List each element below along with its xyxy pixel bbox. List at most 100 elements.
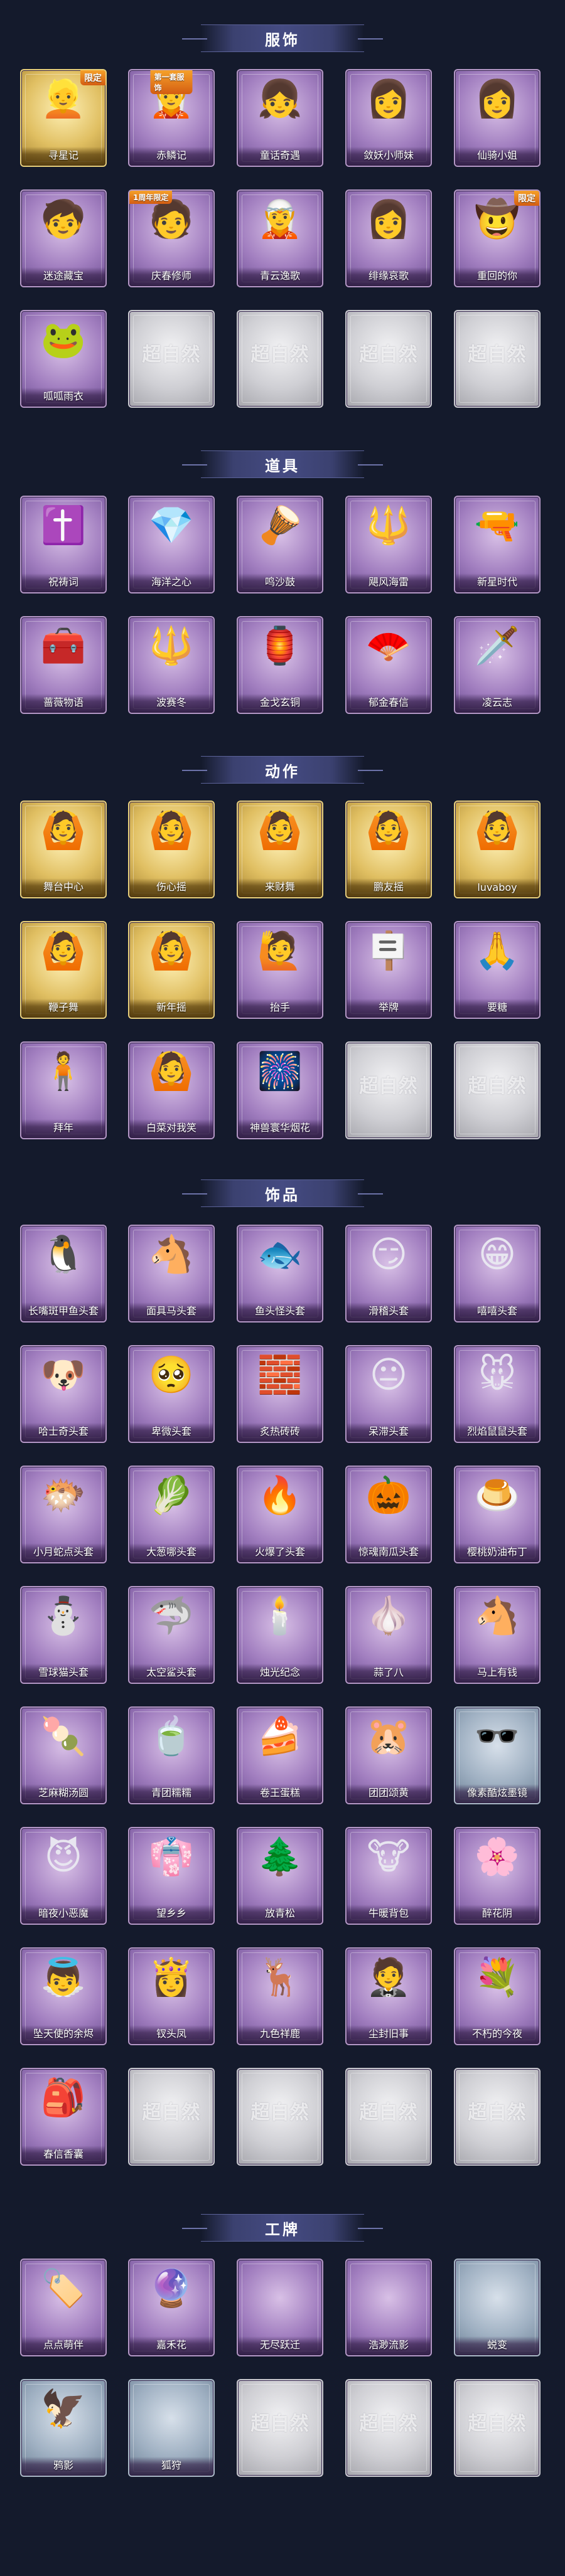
locked-item-card[interactable]: 超自然 (345, 1041, 432, 1139)
item-card[interactable]: 🕯️ 烛光纪念 (237, 1586, 323, 1684)
item-label: 郁金春信 (368, 696, 409, 708)
item-card[interactable]: 👩 绯缘哀歌 (345, 189, 432, 287)
item-card[interactable]: 👩 仙骑小姐 (454, 69, 541, 167)
item-card[interactable]: 🐮 牛暖背包 (345, 1827, 432, 1925)
item-card[interactable]: 🙆 白菜对我笑 (128, 1041, 215, 1139)
item-icon: 🥺 (148, 1353, 195, 1396)
item-card[interactable]: 🔮 嘉禾花 (128, 2259, 215, 2356)
item-card[interactable]: 🧱 炙热砖砖 (237, 1345, 323, 1443)
item-card[interactable]: 🔫 新星时代 (454, 496, 541, 593)
item-card[interactable]: 🧑 庆春修师 1周年限定 (128, 189, 215, 287)
item-card[interactable]: 🍵 青团糯糯 (128, 1706, 215, 1804)
item-card[interactable]: 🧄 蒜了八 (345, 1586, 432, 1684)
item-card[interactable]: 👘 望乡乡 (128, 1827, 215, 1925)
item-card[interactable]: 💐 不朽的今夜 (454, 1947, 541, 2045)
item-card[interactable]: 🗡️ 凌云志 (454, 616, 541, 714)
item-card[interactable]: 🦅 鸦影 (20, 2379, 107, 2477)
item-card[interactable]: 🎆 神兽寰华烟花 (237, 1041, 323, 1139)
item-card[interactable]: 🙆 鞭子舞 (20, 921, 107, 1019)
locked-item-card[interactable]: 超自然 (454, 2379, 541, 2477)
item-card[interactable]: 🐧 长嘴斑甲鱼头套 (20, 1225, 107, 1323)
item-icon: 👧 (257, 77, 303, 120)
item-card[interactable]: 狐狩 (128, 2379, 215, 2477)
item-card[interactable]: 👧 童话奇遇 (237, 69, 323, 167)
item-card[interactable]: 🙆 伤心摇 (128, 801, 215, 898)
item-card[interactable]: 🐶 哈士奇头套 (20, 1345, 107, 1443)
item-card[interactable]: 🐹 团团颂黄 (345, 1706, 432, 1804)
item-card[interactable]: 🤠 重回的你 限定 (454, 189, 541, 287)
item-card[interactable]: 🌸 醉花阴 (454, 1827, 541, 1925)
item-card[interactable]: 🔱 飓风海雷 (345, 496, 432, 593)
item-card[interactable]: 😏 滑稽头套 (345, 1225, 432, 1323)
item-label: 火爆了头套 (254, 1546, 305, 1558)
item-card[interactable]: 👩 敛妖小师妹 (345, 69, 432, 167)
item-card[interactable]: 🧰 蔷薇物语 (20, 616, 107, 714)
item-card[interactable]: 无尽跃迁 (237, 2259, 323, 2356)
item-card[interactable]: 🙆 鹏友摇 (345, 801, 432, 898)
item-card[interactable]: 🧝 赤鳞记 第一套服饰 (128, 69, 215, 167)
item-card[interactable]: 🪧 举牌 (345, 921, 432, 1019)
item-card[interactable]: 🐭 烈焰鼠鼠头套 (454, 1345, 541, 1443)
locked-item-card[interactable]: 超自然 (454, 310, 541, 408)
locked-item-card[interactable]: 超自然 (345, 2068, 432, 2166)
item-card[interactable]: 🧍 拜年 (20, 1041, 107, 1139)
item-card[interactable]: 👼 坠天使的余烬 (20, 1947, 107, 2045)
item-card[interactable]: 🔥 火爆了头套 (237, 1466, 323, 1563)
item-card[interactable]: 🙋 抬手 (237, 921, 323, 1019)
item-card[interactable]: 🦌 九色祥鹿 (237, 1947, 323, 2045)
locked-item-card[interactable]: 超自然 (237, 2379, 323, 2477)
item-card[interactable]: 蜕变 (454, 2259, 541, 2356)
item-card[interactable]: ✝️ 祝祷词 (20, 496, 107, 593)
item-card[interactable]: 🏮 金戈玄铜 (237, 616, 323, 714)
item-card[interactable]: 🥺 卑微头套 (128, 1345, 215, 1443)
item-card[interactable]: 🍡 芝麻糊汤圆 (20, 1706, 107, 1804)
item-label: 嘻嘻头套 (476, 1305, 517, 1317)
item-card[interactable]: 🏷️ 点点萌伴 (20, 2259, 107, 2356)
item-card[interactable]: 🪭 郁金春信 (345, 616, 432, 714)
item-card[interactable]: 浩渺流影 (345, 2259, 432, 2356)
item-card[interactable]: 🙆 新年摇 (128, 921, 215, 1019)
item-card[interactable]: 🐴 马上有钱 (454, 1586, 541, 1684)
item-label: 抬手 (269, 1001, 290, 1013)
item-card[interactable]: 🍮 樱桃奶油布丁 (454, 1466, 541, 1563)
placeholder-watermark: 超自然 (250, 2102, 309, 2124)
item-card[interactable]: 🙆 luvaboy (454, 801, 541, 898)
item-card[interactable]: 😐 呆滞头套 (345, 1345, 432, 1443)
item-card[interactable]: 😁 嘻嘻头套 (454, 1225, 541, 1323)
item-card[interactable]: 🐴 面具马头套 (128, 1225, 215, 1323)
item-card[interactable]: 🕶️ 像素酷炫墨镜 (454, 1706, 541, 1804)
item-card[interactable]: 🧝 青云逸歌 (237, 189, 323, 287)
locked-item-card[interactable]: 超自然 (128, 2068, 215, 2166)
item-card[interactable]: 🙏 要糖 (454, 921, 541, 1019)
item-card[interactable]: 💎 海洋之心 (128, 496, 215, 593)
locked-item-card[interactable]: 超自然 (237, 2068, 323, 2166)
item-card[interactable]: 🍰 卷王蛋糕 (237, 1706, 323, 1804)
locked-item-card[interactable]: 超自然 (237, 310, 323, 408)
item-card[interactable]: 🎃 惊魂南瓜头套 (345, 1466, 432, 1563)
item-card[interactable]: 🦈 太空鲨头套 (128, 1586, 215, 1684)
item-card[interactable]: 🥬 大葱哪头套 (128, 1466, 215, 1563)
item-card[interactable]: 😈 暗夜小恶魔 (20, 1827, 107, 1925)
locked-item-card[interactable]: 超自然 (454, 2068, 541, 2166)
item-card[interactable]: 👸 钗头凤 (128, 1947, 215, 2045)
item-card[interactable]: 👱 寻星记 限定 (20, 69, 107, 167)
item-icon: 👘 (148, 1835, 195, 1878)
item-card[interactable]: 🌲 放青松 (237, 1827, 323, 1925)
item-card[interactable]: 🐟 鱼头怪头套 (237, 1225, 323, 1323)
section-header: 道具 (0, 447, 565, 481)
item-card[interactable]: 🧒 迷途藏宝 (20, 189, 107, 287)
item-card[interactable]: ⛄ 雪球猫头套 (20, 1586, 107, 1684)
locked-item-card[interactable]: 超自然 (454, 1041, 541, 1139)
item-icon: 🍮 (474, 1474, 520, 1516)
locked-item-card[interactable]: 超自然 (345, 2379, 432, 2477)
item-card[interactable]: 🙆 来财舞 (237, 801, 323, 898)
locked-item-card[interactable]: 超自然 (128, 310, 215, 408)
item-card[interactable]: 🪘 鸣沙鼓 (237, 496, 323, 593)
item-card[interactable]: 🤵 尘封旧事 (345, 1947, 432, 2045)
item-card[interactable]: 🐸 呱呱雨衣 (20, 310, 107, 408)
item-card[interactable]: 🎒 春信香囊 (20, 2068, 107, 2166)
item-card[interactable]: 🔱 波赛冬 (128, 616, 215, 714)
item-card[interactable]: 🐡 小月蛇点头套 (20, 1466, 107, 1563)
item-card[interactable]: 🙆 舞台中心 (20, 801, 107, 898)
locked-item-card[interactable]: 超自然 (345, 310, 432, 408)
